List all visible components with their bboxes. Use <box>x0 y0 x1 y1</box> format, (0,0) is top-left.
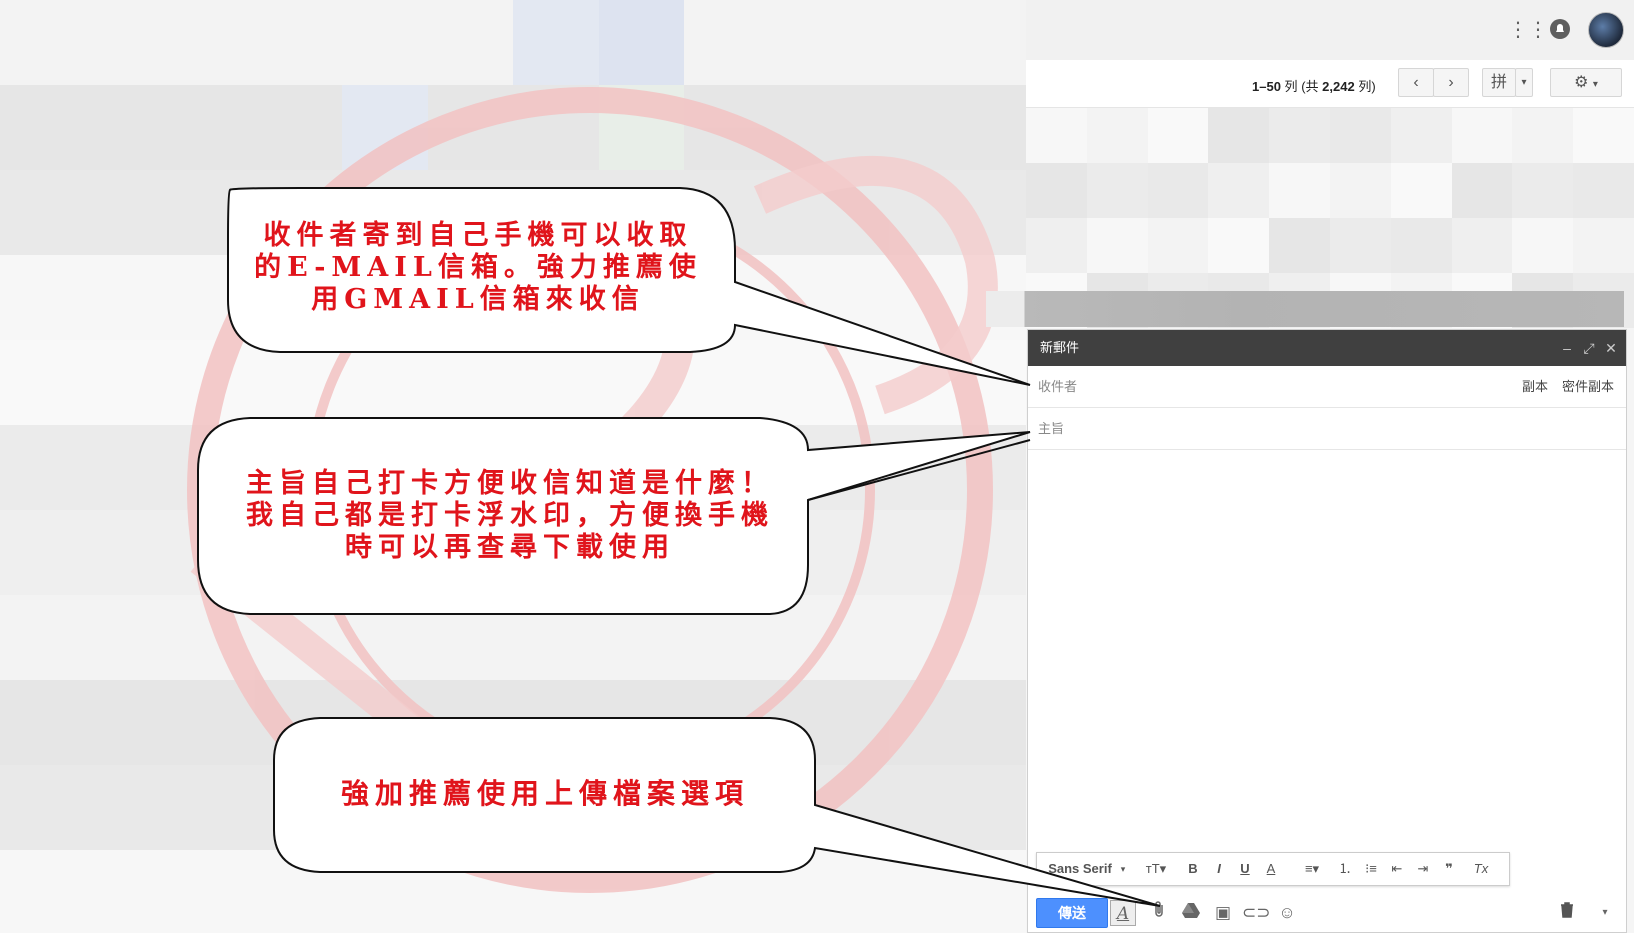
subject-field[interactable]: 主旨 <box>1028 408 1626 450</box>
compose-window: 新郵件 – ⤢ ✕ 收件者 副本 密件副本 主旨 Sans Serif ▾ ᴛT… <box>1027 329 1627 933</box>
prev-page-button[interactable]: ‹ <box>1398 68 1434 97</box>
range-unit: 列 <box>1284 79 1298 94</box>
settings-button[interactable]: ⚙ ▾ <box>1550 68 1622 97</box>
message-body[interactable] <box>1028 450 1626 855</box>
bell-icon[interactable] <box>1548 18 1572 42</box>
paperclip-icon[interactable] <box>1146 900 1172 926</box>
trash-icon[interactable] <box>1554 900 1580 926</box>
expand-icon[interactable]: ⤢ <box>1580 330 1598 366</box>
gear-icon: ⚙ <box>1574 74 1589 91</box>
font-family-select[interactable]: Sans Serif <box>1045 853 1115 885</box>
chevron-right-icon: › <box>1448 74 1454 91</box>
total-count: 2,242 <box>1322 79 1355 94</box>
formatting-options-icon[interactable]: A <box>1110 900 1136 926</box>
remove-formatting-icon[interactable]: Tx <box>1469 853 1493 885</box>
chevron-left-icon: ‹ <box>1413 74 1419 91</box>
input-tool-label: 拼 <box>1490 74 1507 91</box>
chevron-down-icon: ▾ <box>1521 77 1527 88</box>
attach-callout-text: 強加推薦使用上傳檔案選項 <box>340 777 749 810</box>
align-icon[interactable]: ≡▾ <box>1299 853 1325 885</box>
link-icon[interactable]: ⊂⊃ <box>1242 900 1271 926</box>
app-bar: ⋮⋮ <box>1026 0 1634 60</box>
cc-link[interactable]: 副本 <box>1522 366 1548 408</box>
minimize-icon[interactable]: – <box>1558 330 1576 366</box>
to-field[interactable]: 收件者 副本 密件副本 <box>1028 366 1626 408</box>
total-suffix: 列) <box>1358 79 1376 94</box>
blurred-row <box>986 291 1624 327</box>
underline-icon[interactable]: U <box>1235 853 1255 885</box>
compose-header: 新郵件 – ⤢ ✕ <box>1028 330 1626 366</box>
emoji-icon[interactable]: ☺ <box>1274 900 1300 926</box>
chevron-down-icon: ▾ <box>1120 864 1126 874</box>
compose-bottom-bar: 傳送 A ▣ ⊂⊃ ☺ ▾ <box>1028 890 1626 933</box>
pagination-text: 1–50 列 (共 2,242 列) <box>1252 76 1376 95</box>
formatting-toolbar: Sans Serif ▾ ᴛT▾ B I U A ≡▾ ⒈ ⁝≡ ⇤ ⇥ ❞ T… <box>1036 852 1510 886</box>
subject-callout-text: 主旨自己打卡方便收信知道是什麼！我自己都是打卡浮水印，方便換手機時可以再查尋下載… <box>246 468 774 563</box>
bcc-link[interactable]: 密件副本 <box>1562 366 1614 408</box>
apps-grid-icon[interactable]: ⋮⋮ <box>1508 18 1548 42</box>
input-tools-button[interactable]: 拼 <box>1482 68 1516 97</box>
subject-placeholder: 主旨 <box>1038 421 1065 436</box>
italic-icon[interactable]: I <box>1209 853 1229 885</box>
text-color-icon[interactable]: A <box>1261 853 1281 885</box>
input-tools-dropdown[interactable]: ▾ <box>1515 68 1533 97</box>
total-prefix: (共 <box>1301 79 1319 94</box>
bold-icon[interactable]: B <box>1183 853 1203 885</box>
close-icon[interactable]: ✕ <box>1602 330 1620 366</box>
bulleted-list-icon[interactable]: ⁝≡ <box>1361 853 1381 885</box>
font-size-icon[interactable]: ᴛT▾ <box>1141 853 1171 885</box>
indent-less-icon[interactable]: ⇤ <box>1387 853 1407 885</box>
indent-more-icon[interactable]: ⇥ <box>1413 853 1433 885</box>
send-button[interactable]: 傳送 <box>1036 898 1108 928</box>
photo-icon[interactable]: ▣ <box>1210 900 1236 926</box>
numbered-list-icon[interactable]: ⒈ <box>1335 853 1355 885</box>
quote-icon[interactable]: ❞ <box>1439 853 1459 885</box>
user-avatar[interactable] <box>1588 12 1624 48</box>
more-options-icon[interactable]: ▾ <box>1592 900 1618 926</box>
to-placeholder: 收件者 <box>1038 379 1078 394</box>
drive-icon[interactable] <box>1178 900 1204 926</box>
mail-toolbar: 1–50 列 (共 2,242 列) ‹ › 拼 ▾ ⚙ ▾ <box>1026 60 1634 108</box>
chevron-down-icon: ▾ <box>1592 79 1598 90</box>
range-count: 1–50 <box>1252 79 1281 94</box>
recipient-callout-text: 收件者寄到自己手機可以收取的E-MAIL信箱。強力推薦使用GMAIL信箱來收信 <box>254 220 702 315</box>
next-page-button[interactable]: › <box>1433 68 1469 97</box>
compose-title: 新郵件 <box>1040 340 1080 355</box>
